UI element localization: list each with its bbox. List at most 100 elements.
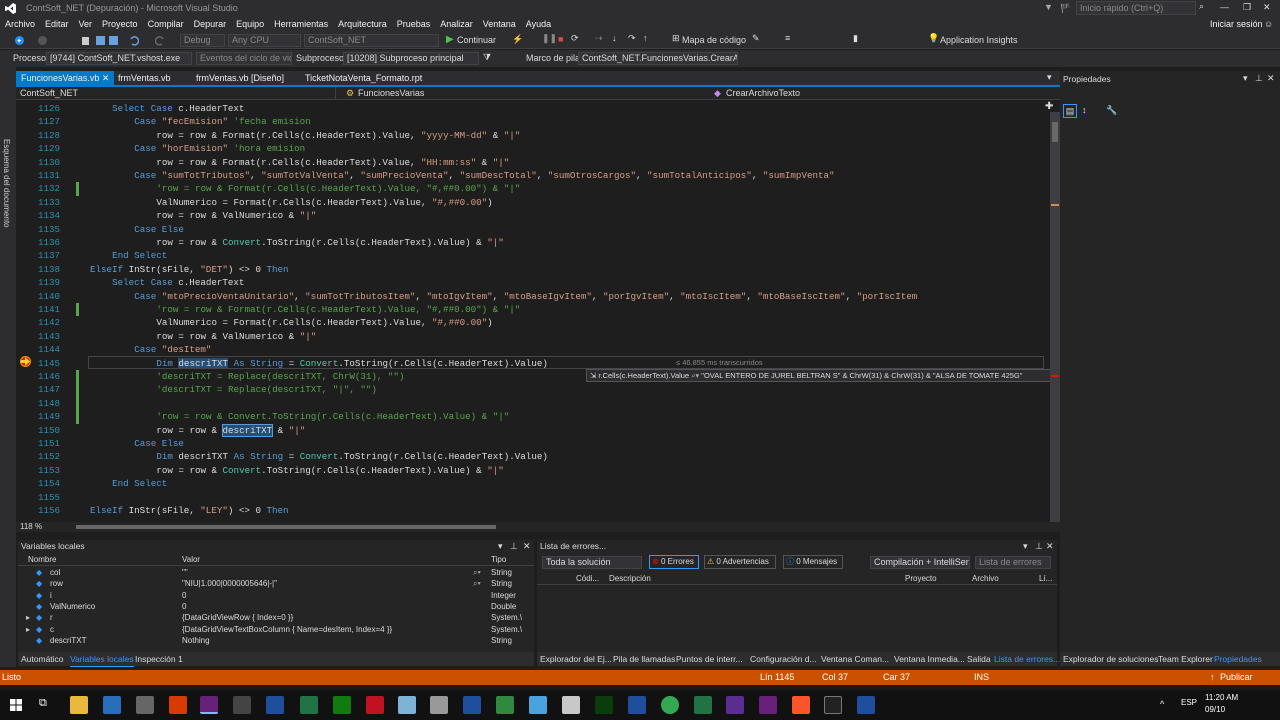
data-tip[interactable]: ⇲ r.Cells(c.HeaderText).Value ⌕▾ "OVAL E… [586, 369, 1056, 382]
language-indicator[interactable]: ESP [1181, 698, 1197, 707]
app-icon-3[interactable] [169, 696, 187, 714]
app-icon-9[interactable] [463, 696, 481, 714]
bookmark-icon[interactable]: ▮ [853, 33, 858, 44]
clock-time[interactable]: 11:20 AM [1205, 693, 1238, 702]
visual-studio-taskbar-icon[interactable] [200, 696, 218, 714]
filter-icon[interactable]: ▼ [1044, 2, 1053, 12]
publish-icon[interactable]: ↑ [1210, 670, 1215, 685]
tab-configuration[interactable]: Configuración d... [750, 652, 817, 666]
var-value[interactable]: {DataGridViewRow { Index=0 }} [182, 612, 293, 623]
undo-icon[interactable] [128, 35, 139, 46]
app-icon-6[interactable] [333, 696, 351, 714]
horizontal-scrollbar-thumb[interactable] [76, 525, 496, 529]
excel-icon[interactable] [694, 696, 712, 714]
calculator-icon[interactable] [233, 696, 251, 714]
header-description[interactable]: Descripción [609, 573, 651, 585]
class-dropdown[interactable]: ⚙ FuncionesVarias [338, 87, 704, 99]
menu-5[interactable]: Depurar [189, 17, 232, 32]
tab-funcionesvarias[interactable]: FuncionesVarias.vb ✕ [16, 71, 115, 85]
menu-3[interactable]: Proyecto [97, 17, 143, 32]
code-line[interactable]: 1156 ElseIf InStr(sFile, "LEY") <> 0 Then [16, 504, 1046, 517]
code-line[interactable]: 1137 End Select [16, 249, 1046, 262]
var-value[interactable]: Nothing [182, 635, 210, 646]
locals-row[interactable]: ▸ ◆ c {DataGridViewTextBoxColumn { Name=des… [18, 624, 534, 635]
scope-select[interactable]: Toda la solución [542, 556, 642, 569]
tab-error-list[interactable]: Lista de errores... [994, 652, 1060, 666]
app-icon-13[interactable] [595, 696, 613, 714]
vertical-scrollbar[interactable] [1050, 112, 1060, 522]
task-view-icon[interactable]: ⧉ [39, 697, 47, 710]
acrobat-icon[interactable] [366, 696, 384, 714]
tab-call-stack[interactable]: Pila de llamadas [613, 652, 675, 666]
clock-date[interactable]: 09/10 [1205, 705, 1225, 714]
tab-overflow-icon[interactable]: ▾ [1047, 72, 1052, 83]
step-out-icon[interactable]: ↑ [643, 33, 648, 43]
code-line[interactable]: 1153 row = row & Convert.ToString(r.Cells… [16, 464, 1046, 477]
configuration-select[interactable]: Debug [180, 34, 225, 47]
app-icon-12[interactable] [562, 696, 580, 714]
app-icon-8[interactable] [430, 696, 448, 714]
pin-panel-icon[interactable]: ⊥ [1035, 541, 1043, 552]
var-value[interactable]: 0 [182, 590, 186, 601]
code-line[interactable]: 1151 Case Else [16, 437, 1046, 450]
file-explorer-icon[interactable] [70, 696, 88, 714]
code-line[interactable]: 1133 ValNumerico = Format(r.Cells(c.Heade… [16, 196, 1046, 209]
locals-row[interactable]: ▸ ◆ r {DataGridViewRow { Index=0 }} System.\ [18, 612, 534, 623]
locals-row[interactable]: ◆ i 0 Integer [18, 590, 534, 601]
visualizer-icon[interactable]: ⌕▾ [473, 578, 481, 589]
tab-locals[interactable]: Variables locales [70, 652, 134, 667]
header-file[interactable]: Archivo [972, 573, 999, 585]
header-project[interactable]: Proyecto [905, 573, 937, 585]
menu-8[interactable]: Arquitectura [333, 17, 392, 32]
back-icon[interactable] [14, 35, 25, 46]
windows-start-icon[interactable] [10, 699, 22, 711]
menu-12[interactable]: Ayuda [521, 17, 556, 32]
quick-launch-input[interactable]: Inicio rápido (Ctrl+Q) [1076, 1, 1196, 15]
tab-breakpoints[interactable]: Puntos de interr... [676, 652, 743, 666]
var-value[interactable]: "NIU|1.000|0000005646|-|" [182, 578, 277, 589]
categorized-icon[interactable]: ▤ [1063, 104, 1077, 118]
code-line[interactable]: 1152 Dim descriTXT As String = Convert.To… [16, 450, 1046, 463]
panel-menu-icon[interactable]: ▾ [1243, 73, 1248, 84]
tab-frmventas[interactable]: frmVentas.vb [113, 71, 176, 85]
tray-chevron-icon[interactable]: ^ [1160, 699, 1164, 709]
maximize-button[interactable]: ❐ [1243, 0, 1251, 15]
chrome-icon[interactable] [661, 696, 679, 714]
step-into-icon[interactable]: ↓ [612, 33, 617, 43]
code-line[interactable]: 1149 'row = row & Convert.ToString(r.Cell… [16, 410, 1046, 424]
code-line[interactable]: 1144 Case "desItem" [16, 343, 1046, 356]
errors-filter-button[interactable]: ⊗ 0 Errores [649, 555, 699, 569]
build-source-select[interactable]: Compilación + IntelliSen [870, 556, 970, 569]
code-line[interactable]: 1129 Case "horEmision" 'hora emision [16, 142, 1046, 155]
code-line[interactable]: 1130 row = row & Format(r.Cells(c.HeaderT… [16, 156, 1046, 169]
expand-icon[interactable]: ▸ [26, 612, 30, 623]
code-line[interactable]: 1132 'row = row & Format(r.Cells(c.Header… [16, 182, 1046, 196]
panel-menu-icon[interactable]: ▾ [1023, 541, 1028, 552]
stop-icon[interactable]: ■ [558, 34, 563, 44]
code-line[interactable]: 1135 Case Else [16, 223, 1046, 236]
code-line[interactable]: 1138 ElseIf InStr(sFile, "DET") <> 0 Then [16, 263, 1046, 276]
code-line[interactable]: 1150 row = row & descriTXT & "|" [16, 423, 1046, 437]
stack-frame-select[interactable]: ContSoft_NET.FuncionesVarias.CrearArchi [578, 52, 738, 65]
app-insights-button[interactable]: Application Insights [940, 32, 1018, 49]
menu-9[interactable]: Pruebas [392, 17, 436, 32]
alphabetical-icon[interactable]: ↕ [1082, 105, 1087, 115]
code-line[interactable]: 1136 row = row & Convert.ToString(r.Cells… [16, 236, 1046, 249]
code-line[interactable]: 1147 'descriTXT = Replace(descriTXT, "|",… [16, 383, 1046, 397]
menu-10[interactable]: Analizar [435, 17, 478, 32]
code-line[interactable]: 1148 [16, 396, 1046, 411]
outline-icon[interactable]: ≡ [785, 33, 790, 43]
locals-row[interactable]: ◆ col "" String ⌕▾ [18, 567, 534, 578]
var-value[interactable]: {DataGridViewTextBoxColumn { Name=desIte… [182, 624, 392, 635]
menu-2[interactable]: Ver [74, 17, 98, 32]
project-dropdown[interactable]: ContSoft_NET [18, 87, 336, 99]
tab-ticket-rpt[interactable]: TicketNotaVenta_Formato.rpt [300, 71, 427, 85]
app-insights-icon[interactable]: 💡 [928, 33, 939, 44]
pin-icon[interactable]: ⇲ [590, 371, 596, 380]
close-panel-icon[interactable]: ✕ [523, 541, 531, 552]
tab-output[interactable]: Salida [967, 652, 991, 666]
tab-team-explorer[interactable]: Team Explorer [1158, 652, 1213, 666]
code-line[interactable]: 1141 'row = row & Format(r.Cells(c.Header… [16, 303, 1046, 317]
code-map-button[interactable]: Mapa de código [682, 32, 746, 49]
header-line[interactable]: Lí... [1039, 573, 1052, 585]
